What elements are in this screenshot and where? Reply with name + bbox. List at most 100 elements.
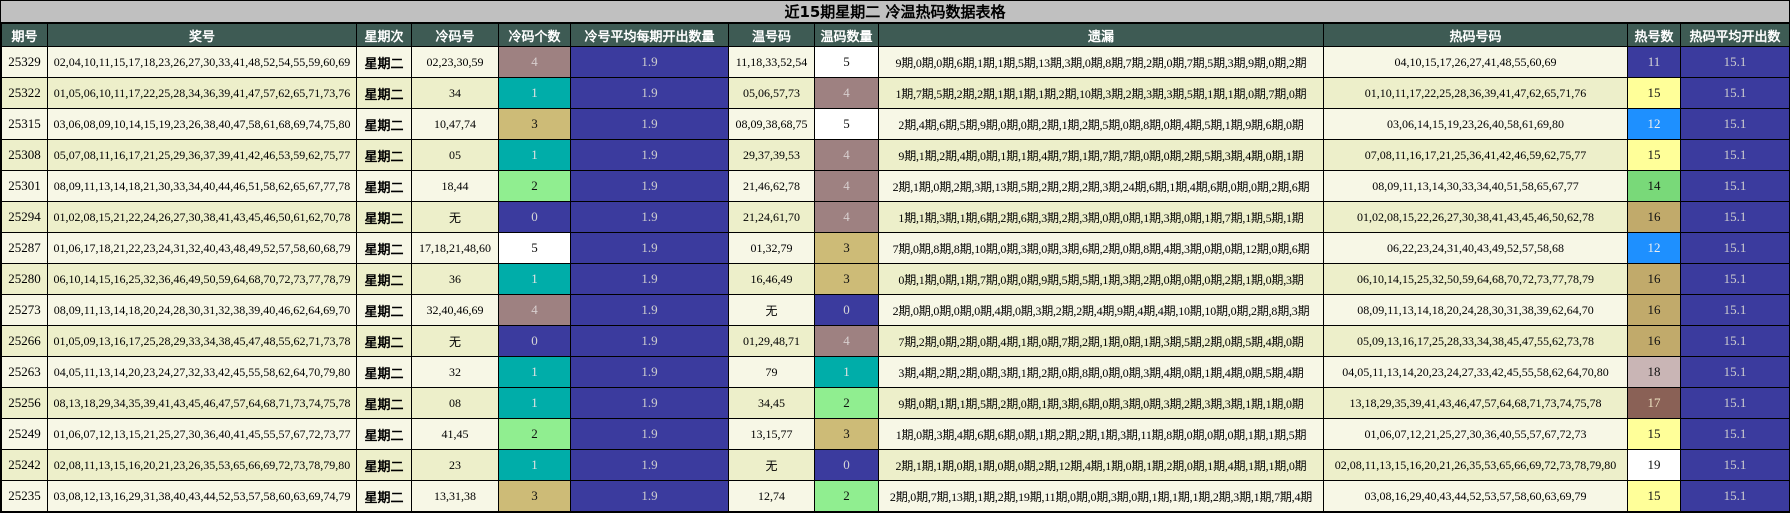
cell-warm-count: 3 [814,263,879,295]
table-row: 25242 02,08,11,13,15,16,20,21,23,26,35,53… [1,449,1790,481]
cell-warm-count: 1 [814,356,879,388]
cell-hot-average: 15.1 [1680,201,1790,233]
cell-period: 25242 [1,449,48,481]
cell-hot-numbers: 01,02,08,15,22,26,27,30,38,41,43,45,46,5… [1323,201,1628,233]
cell-cold-average: 1.9 [570,263,729,295]
cell-cold-numbers: 32,40,46,69 [411,294,499,326]
table-row: 25249 01,06,07,12,13,15,21,25,27,30,36,40… [1,418,1790,450]
cell-cold-numbers: 34 [411,77,499,109]
table-row: 25263 04,05,11,13,14,20,23,24,27,32,33,42… [1,356,1790,388]
column-header-cold-average: 冷号平均每期开出数量 [570,23,729,47]
cell-hot-numbers: 07,08,11,16,17,21,25,36,41,42,46,59,62,7… [1323,139,1628,171]
cell-weekday: 星期二 [356,201,412,233]
cell-hot-average: 15.1 [1680,418,1790,450]
cell-winning-numbers: 08,09,11,13,14,18,20,24,28,30,31,32,38,3… [47,294,357,326]
column-header-period: 期号 [1,23,48,47]
cell-warm-count: 4 [814,325,879,357]
cell-omission: 2期,1期,1期,0期,1期,0期,0期,2期,12期,4期,1期,0期,1期,… [878,449,1324,481]
cell-hot-average: 15.1 [1680,263,1790,295]
cell-hot-numbers: 06,10,14,15,25,32,50,59,64,68,70,72,73,7… [1323,263,1628,295]
cell-cold-numbers: 36 [411,263,499,295]
cell-hot-count: 12 [1627,108,1681,140]
cell-omission: 9期,0期,0期,6期,1期,1期,5期,13期,3期,0期,8期,7期,2期,… [878,46,1324,78]
cell-warm-count: 0 [814,449,879,481]
column-header-hot-numbers: 热码号码 [1323,23,1628,47]
cell-weekday: 星期二 [356,46,412,78]
cell-warm-numbers: 12,74 [728,480,815,512]
cell-weekday: 星期二 [356,356,412,388]
cell-warm-numbers: 05,06,57,73 [728,77,815,109]
cell-cold-count: 4 [498,294,571,326]
cell-cold-average: 1.9 [570,46,729,78]
cell-weekday: 星期二 [356,139,412,171]
cell-warm-count: 3 [814,418,879,450]
cell-omission: 0期,1期,0期,1期,7期,0期,0期,9期,5期,5期,1期,3期,2期,0… [878,263,1324,295]
cell-winning-numbers: 08,09,11,13,14,18,21,30,33,34,40,44,46,5… [47,170,357,202]
cell-period: 25322 [1,77,48,109]
cell-cold-average: 1.9 [570,108,729,140]
cell-omission: 9期,0期,1期,1期,5期,2期,0期,1期,3期,6期,0期,3期,0期,3… [878,387,1324,419]
cell-hot-count: 18 [1627,356,1681,388]
header-row: 期号 奖号 星期次 冷码号 冷码个数 冷号平均每期开出数量 温号码 温码数量 遗… [1,23,1790,47]
cell-cold-average: 1.9 [570,294,729,326]
cell-period: 25266 [1,325,48,357]
cell-cold-numbers: 10,47,74 [411,108,499,140]
cell-warm-numbers: 01,29,48,71 [728,325,815,357]
cell-weekday: 星期二 [356,170,412,202]
cell-weekday: 星期二 [356,77,412,109]
cell-cold-average: 1.9 [570,418,729,450]
cell-hot-average: 15.1 [1680,449,1790,481]
cell-hot-average: 15.1 [1680,294,1790,326]
cell-period: 25273 [1,294,48,326]
cell-warm-numbers: 21,46,62,78 [728,170,815,202]
cell-winning-numbers: 02,08,11,13,15,16,20,21,23,26,35,53,65,6… [47,449,357,481]
cell-warm-count: 4 [814,139,879,171]
cell-warm-count: 4 [814,77,879,109]
cell-weekday: 星期二 [356,387,412,419]
page-title: 近15期星期二 冷温热码数据表格 [1,1,1789,23]
cell-hot-count: 14 [1627,170,1681,202]
cell-period: 25315 [1,108,48,140]
cell-winning-numbers: 01,05,06,10,11,17,22,25,28,34,36,39,41,4… [47,77,357,109]
cell-cold-count: 1 [498,356,571,388]
cell-warm-count: 2 [814,387,879,419]
table-row: 25308 05,07,08,11,16,17,21,25,29,36,37,39… [1,139,1790,171]
cell-period: 25280 [1,263,48,295]
cell-hot-count: 15 [1627,418,1681,450]
table-row: 25322 01,05,06,10,11,17,22,25,28,34,36,39… [1,77,1790,109]
column-header-cold-numbers: 冷码号 [411,23,499,47]
cell-cold-numbers: 02,23,30,59 [411,46,499,78]
cell-hot-numbers: 08,09,11,13,14,18,20,24,28,30,31,38,39,6… [1323,294,1628,326]
cell-hot-average: 15.1 [1680,46,1790,78]
cell-cold-numbers: 无 [411,325,499,357]
cell-warm-count: 2 [814,480,879,512]
cell-period: 25329 [1,46,48,78]
column-header-hot-average: 热码平均开出数 [1680,23,1790,47]
table-row: 25266 01,05,09,13,16,17,25,28,29,33,34,38… [1,325,1790,357]
cell-winning-numbers: 08,13,18,29,34,35,39,41,43,45,46,47,57,6… [47,387,357,419]
cell-cold-numbers: 23 [411,449,499,481]
cell-hot-count: 15 [1627,139,1681,171]
cell-cold-count: 2 [498,418,571,450]
cell-cold-count: 3 [498,108,571,140]
cell-cold-count: 1 [498,449,571,481]
cell-warm-numbers: 34,45 [728,387,815,419]
cell-cold-count: 1 [498,387,571,419]
cell-hot-count: 16 [1627,201,1681,233]
cell-hot-count: 12 [1627,232,1681,264]
cell-hot-average: 15.1 [1680,356,1790,388]
cell-omission: 3期,4期,2期,2期,0期,3期,1期,2期,0期,8期,0期,0期,3期,4… [878,356,1324,388]
cell-omission: 2期,4期,6期,5期,9期,0期,0期,2期,1期,2期,5期,0期,8期,0… [878,108,1324,140]
column-header-warm-count: 温码数量 [814,23,879,47]
cell-omission: 1期,0期,3期,4期,6期,6期,0期,1期,2期,2期,1期,3期,11期,… [878,418,1324,450]
cell-period: 25294 [1,201,48,233]
cell-cold-numbers: 17,18,21,48,60 [411,232,499,264]
cell-hot-average: 15.1 [1680,387,1790,419]
cell-weekday: 星期二 [356,263,412,295]
cell-warm-numbers: 08,09,38,68,75 [728,108,815,140]
cell-warm-numbers: 16,46,49 [728,263,815,295]
cell-hot-average: 15.1 [1680,77,1790,109]
cell-warm-numbers: 13,15,77 [728,418,815,450]
cell-weekday: 星期二 [356,480,412,512]
cell-cold-count: 0 [498,201,571,233]
